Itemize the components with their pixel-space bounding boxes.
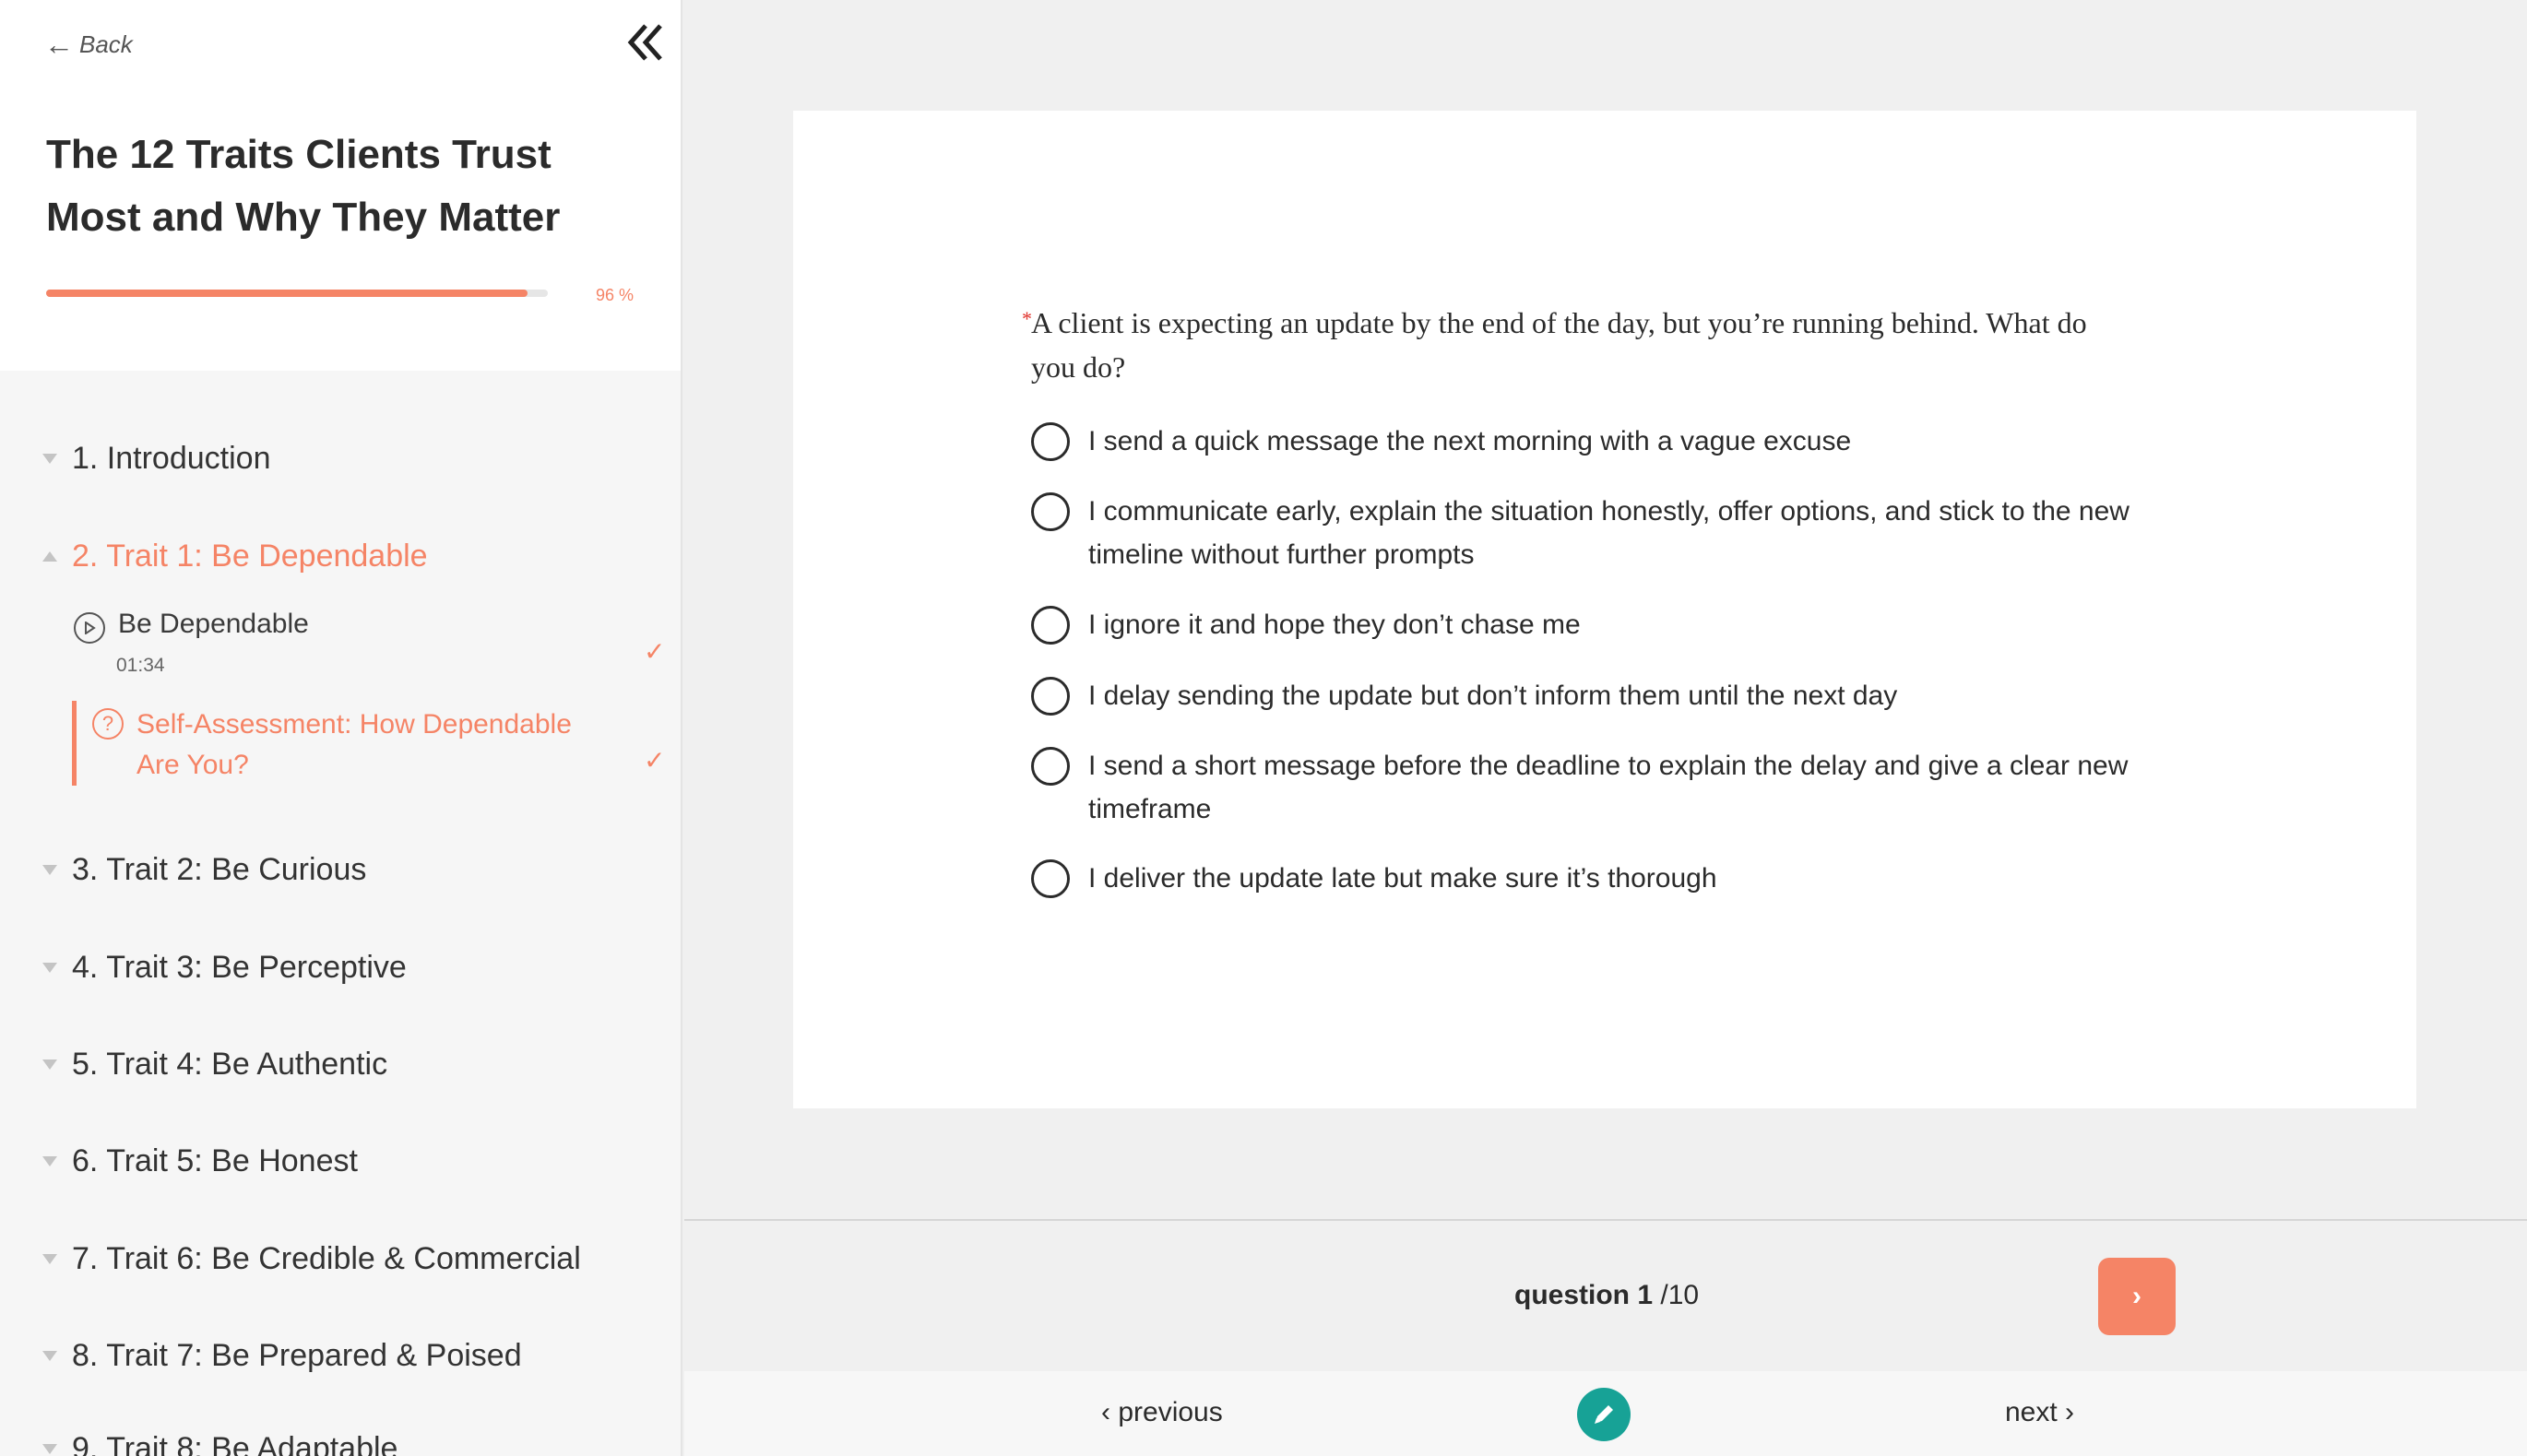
- back-label: Back: [79, 30, 133, 58]
- completed-check-icon: ✓: [644, 637, 666, 666]
- caret-down-icon: [42, 1444, 57, 1454]
- lesson-duration: 01:34: [116, 655, 165, 676]
- play-circle-icon: [74, 612, 105, 644]
- required-marker: *: [1022, 307, 1032, 330]
- caret-down-icon: [42, 454, 57, 464]
- next-question-button[interactable]: ›: [2098, 1258, 2176, 1335]
- divider: [684, 1219, 2527, 1221]
- caret-down-icon: [42, 865, 57, 875]
- section-label: 5. Trait 4: Be Authentic: [72, 1047, 388, 1082]
- pencil-icon: [1595, 1405, 1613, 1424]
- previous-label: previous: [1118, 1397, 1223, 1427]
- answer-label: I ignore it and hope they don’t chase me: [1088, 610, 1581, 640]
- sidebar-section-trait-8[interactable]: 9. Trait 8: Be Adaptable: [42, 1431, 397, 1456]
- caret-down-icon: [42, 1254, 57, 1264]
- course-title: The 12 Traits Clients Trust Most and Why…: [46, 132, 561, 240]
- section-label: 8. Trait 7: Be Prepared & Poised: [72, 1338, 522, 1373]
- section-label: 6. Trait 5: Be Honest: [72, 1143, 358, 1178]
- answer-option[interactable]: I send a short message before the deadli…: [1031, 747, 2138, 831]
- question-card: * A client is expecting an update by the…: [793, 111, 2416, 1108]
- caret-down-icon: [42, 963, 57, 973]
- radio-button[interactable]: [1031, 859, 1070, 898]
- next-label: next: [2005, 1397, 2058, 1427]
- question-counter: question 1 /10: [1514, 1280, 1699, 1311]
- previous-button[interactable]: ‹ previous: [1101, 1397, 1223, 1428]
- back-link[interactable]: ← Back: [44, 30, 133, 59]
- section-label: 3. Trait 2: Be Curious: [72, 852, 367, 887]
- radio-button[interactable]: [1031, 747, 1070, 786]
- sidebar-section-trait-1[interactable]: 2. Trait 1: Be Dependable: [42, 539, 428, 574]
- counter-current: 1: [1637, 1280, 1654, 1310]
- sidebar-header: ← Back The 12 Traits Clients Trust Most …: [0, 0, 681, 371]
- answer-option[interactable]: I send a quick message the next morning …: [1031, 422, 2138, 463]
- sidebar-section-trait-6[interactable]: 7. Trait 6: Be Credible & Commercial: [42, 1241, 581, 1277]
- next-button[interactable]: next ›: [2005, 1397, 2074, 1428]
- counter-prefix: question: [1514, 1280, 1630, 1310]
- answer-option[interactable]: I communicate early, explain the situati…: [1031, 492, 2138, 576]
- radio-button[interactable]: [1031, 677, 1070, 716]
- double-chevron-left-icon: [627, 24, 662, 61]
- answer-label: I deliver the update late but make sure …: [1088, 863, 1717, 894]
- course-progress-bar: [46, 290, 548, 297]
- course-sidebar: ← Back The 12 Traits Clients Trust Most …: [0, 0, 682, 1456]
- completed-check-icon: ✓: [644, 746, 666, 775]
- radio-button[interactable]: [1031, 422, 1070, 461]
- counter-total: /10: [1660, 1280, 1700, 1310]
- caret-up-icon: [42, 551, 57, 562]
- answer-label: I communicate early, explain the situati…: [1088, 496, 2130, 570]
- sidebar-section-trait-2[interactable]: 3. Trait 2: Be Curious: [42, 852, 366, 888]
- lesson-be-dependable[interactable]: Be Dependable 01:34 ✓: [74, 609, 666, 682]
- section-label: 2. Trait 1: Be Dependable: [72, 539, 428, 574]
- caret-down-icon: [42, 1351, 57, 1361]
- course-progress-fill: [46, 290, 528, 297]
- section-label: 4. Trait 3: Be Perceptive: [72, 950, 407, 985]
- footer-nav: ‹ previous next ›: [684, 1371, 2527, 1456]
- lesson-label: Be Dependable: [118, 609, 309, 639]
- question-text: * A client is expecting an update by the…: [1022, 301, 2138, 389]
- radio-button[interactable]: [1031, 492, 1070, 531]
- answer-option[interactable]: I deliver the update late but make sure …: [1031, 859, 2138, 900]
- question-label: A client is expecting an update by the e…: [1031, 306, 2087, 384]
- caret-down-icon: [42, 1059, 57, 1070]
- question-circle-icon: ?: [92, 708, 124, 740]
- current-lesson-indicator: [72, 701, 77, 786]
- sidebar-section-trait-7[interactable]: 8. Trait 7: Be Prepared & Poised: [42, 1338, 522, 1374]
- radio-button[interactable]: [1031, 606, 1070, 645]
- arrow-left-icon: ←: [44, 28, 74, 61]
- sidebar-section-trait-4[interactable]: 5. Trait 4: Be Authentic: [42, 1047, 387, 1083]
- chevron-left-icon: ‹: [1101, 1397, 1119, 1427]
- answer-option[interactable]: I delay sending the update but don’t inf…: [1031, 677, 2138, 717]
- sidebar-section-trait-3[interactable]: 4. Trait 3: Be Perceptive: [42, 950, 407, 986]
- answer-option[interactable]: I ignore it and hope they don’t chase me: [1031, 606, 2138, 646]
- edit-button[interactable]: [1577, 1388, 1631, 1441]
- course-progress-percent: 96 %: [596, 286, 635, 304]
- answer-label: I send a quick message the next morning …: [1088, 426, 1852, 456]
- section-label: 9. Trait 8: Be Adaptable: [72, 1431, 398, 1456]
- sidebar-section-trait-5[interactable]: 6. Trait 5: Be Honest: [42, 1143, 358, 1179]
- chevron-right-icon: ›: [2057, 1397, 2075, 1427]
- sidebar-section-introduction[interactable]: 1. Introduction: [42, 441, 270, 477]
- collapse-sidebar-button[interactable]: [622, 17, 673, 68]
- lesson-label: Self-Assessment: How Dependable Are You?: [136, 709, 572, 780]
- answer-label: I delay sending the update but don’t inf…: [1088, 681, 1898, 711]
- main-content: * A client is expecting an update by the…: [684, 0, 2527, 1456]
- lesson-self-assessment[interactable]: ? Self-Assessment: How Dependable Are Yo…: [92, 704, 681, 789]
- section-label: 1. Introduction: [72, 441, 271, 476]
- chevron-right-icon: ›: [2132, 1281, 2141, 1311]
- section-label: 7. Trait 6: Be Credible & Commercial: [72, 1241, 581, 1276]
- answer-label: I send a short message before the deadli…: [1088, 751, 2129, 824]
- caret-down-icon: [42, 1156, 57, 1166]
